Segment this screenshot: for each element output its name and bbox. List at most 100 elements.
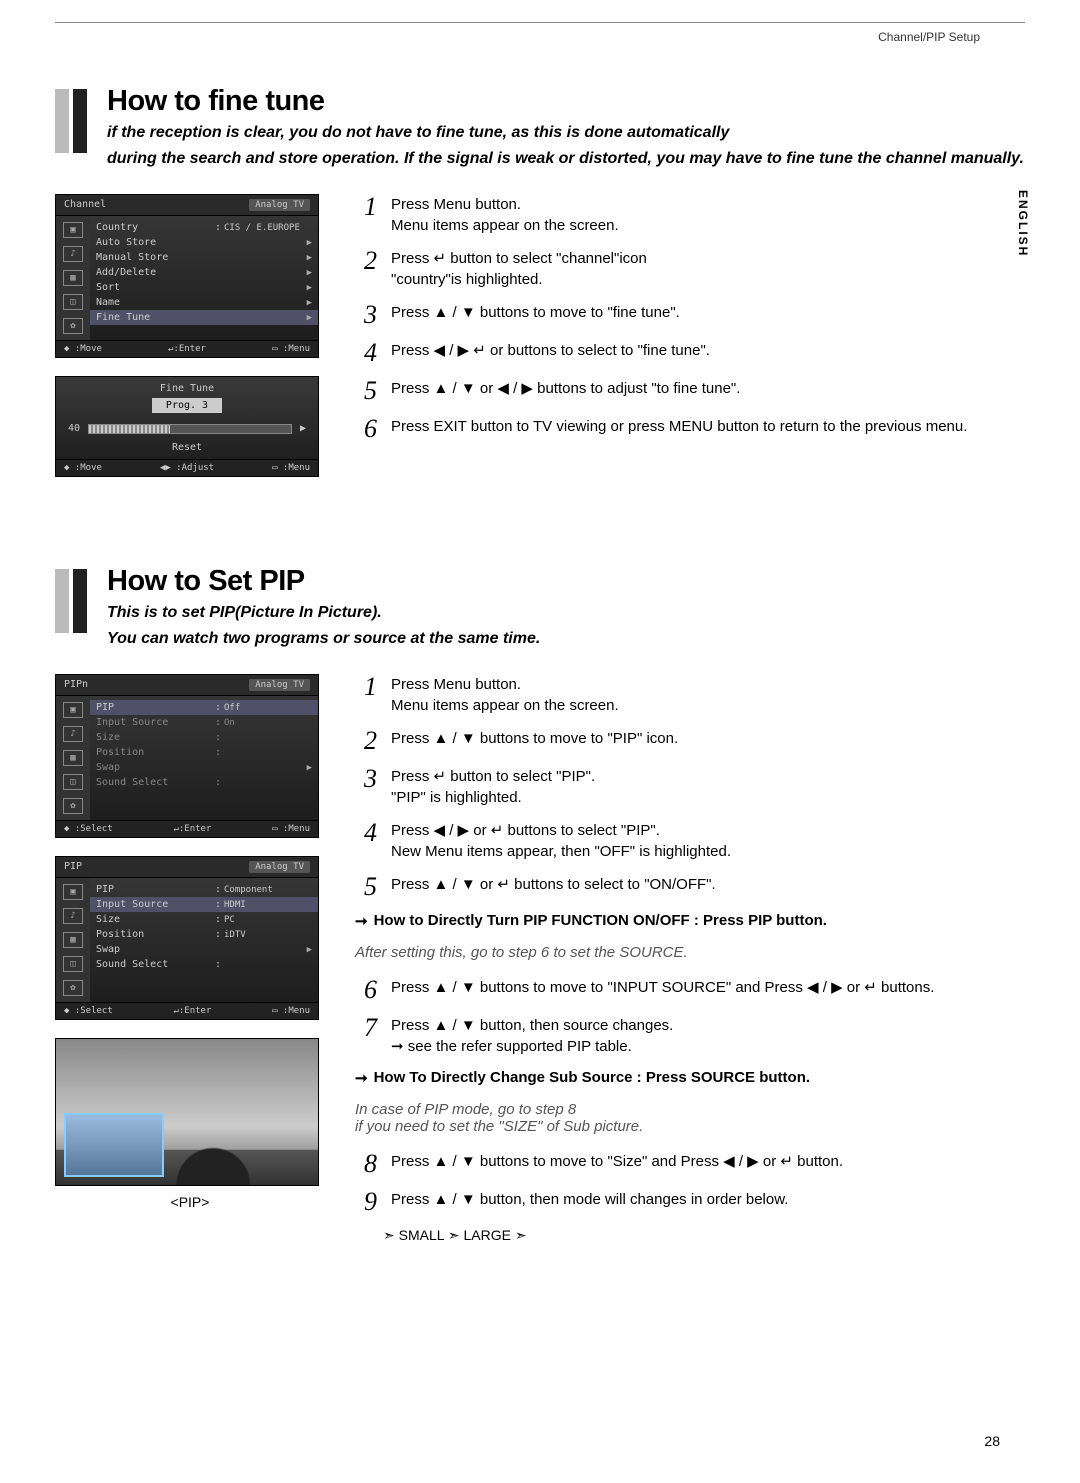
horizontal-rule <box>55 22 1025 23</box>
osd-mode: Analog TV <box>249 199 310 211</box>
note-pip-onoff: ➞ How to Directly Turn PIP FUNCTION ON/O… <box>355 912 1025 930</box>
osd-hint-adjust: ◀▶ :Adjust <box>160 463 214 473</box>
pip-icon: ◫ <box>63 294 83 310</box>
step-item: 5Press ▲ / ▼ or ↵ buttons to select to "… <box>355 874 1025 900</box>
osd-mode: Analog TV <box>249 861 310 873</box>
note-pip-mode: In case of PIP mode, go to step 8 if you… <box>355 1101 1025 1135</box>
step-item: 7Press ▲ / ▼ button, then source changes… <box>355 1015 1025 1057</box>
osd-row: Sound Select: <box>96 957 312 972</box>
osd-hint-menu: ▭ :Menu <box>272 463 310 473</box>
section-title: How to Set PIP <box>107 565 540 598</box>
osd-row-value: Component <box>224 885 312 895</box>
osd-hint-menu: ▭ :Menu <box>272 344 310 354</box>
section-fine-tune: How to fine tune if the reception is cle… <box>55 85 1025 495</box>
chevron-right-icon: ▶ <box>307 253 312 263</box>
arrow-right-icon: ➞ <box>355 1069 368 1087</box>
step-item: 3Press ▲ / ▼ buttons to move to "fine tu… <box>355 302 1025 328</box>
osd-row-value: PC <box>224 915 312 925</box>
section-intro-2: You can watch two programs or source at … <box>107 628 540 650</box>
channel-icon: ▦ <box>63 270 83 286</box>
osd-row-label: Sort <box>96 282 219 293</box>
step-item: 8Press ▲ / ▼ buttons to move to "Size" a… <box>355 1151 1025 1177</box>
chevron-right-icon: ▶ <box>307 268 312 278</box>
section-title: How to fine tune <box>107 85 1024 118</box>
section-header-label: Channel/PIP Setup <box>878 30 980 44</box>
picture-icon: ▣ <box>63 884 83 900</box>
step-text: Press ▲ / ▼ button, then mode will chang… <box>391 1189 1025 1210</box>
step-number: 9 <box>355 1189 377 1215</box>
osd-hint-move: ◆ :Move <box>64 344 102 354</box>
osd-row-label: Position <box>96 929 212 940</box>
osd-row-label: Swap <box>96 762 219 773</box>
section-intro-1: if the reception is clear, you do not ha… <box>107 122 1024 144</box>
note-after-setting: After setting this, go to step 6 to set … <box>355 944 1025 961</box>
picture-icon: ▣ <box>63 702 83 718</box>
osd-row: Swap▶ <box>96 760 312 775</box>
sound-icon: ♪ <box>63 908 83 924</box>
osd-row: Auto Store▶ <box>96 235 312 250</box>
osd-row: PIP:Component <box>96 882 312 897</box>
step-number: 4 <box>355 820 377 846</box>
chevron-right-icon: ▶ <box>300 423 306 434</box>
colon-icon: : <box>212 959 224 970</box>
channel-icon: ▦ <box>63 750 83 766</box>
colon-icon: : <box>212 222 224 233</box>
colon-icon: : <box>212 777 224 788</box>
reset-button: Reset <box>56 438 318 459</box>
step-text: Press ↵ button to select "channel"icon "… <box>391 248 1025 290</box>
osd-row-label: Manual Store <box>96 252 219 263</box>
page-number: 28 <box>984 1433 1000 1449</box>
step-number: 3 <box>355 766 377 792</box>
picture-icon: ▣ <box>63 222 83 238</box>
osd-row-label: Fine Tune <box>96 312 219 323</box>
osd-row: Swap ▶ <box>96 942 312 957</box>
osd-row-label: Input Source <box>96 717 212 728</box>
colon-icon: : <box>212 747 224 758</box>
pip-image-caption: <PIP> <box>55 1194 325 1210</box>
step-text: Press ◀ / ▶ ↵ or buttons to select to "f… <box>391 340 1025 361</box>
chevron-right-icon: ▶ <box>307 945 312 955</box>
step-number: 2 <box>355 728 377 754</box>
step-number: 4 <box>355 340 377 366</box>
step-item: 1Press Menu button. Menu items appear on… <box>355 674 1025 716</box>
step-item: 9 Press ▲ / ▼ button, then mode will chan… <box>355 1189 1025 1215</box>
chevron-right-icon: ▶ <box>307 283 312 293</box>
osd-hint-menu: ▭ :Menu <box>272 1006 310 1016</box>
osd-hint-select: ◆ :Select <box>64 824 113 834</box>
step-text: Press Menu button. Menu items appear on … <box>391 194 1025 236</box>
pip-example-image <box>55 1038 319 1186</box>
osd-title: Channel <box>64 199 106 211</box>
pip-icon: ◫ <box>63 774 83 790</box>
colon-icon: : <box>212 899 224 910</box>
step-number: 6 <box>355 416 377 442</box>
osd-row-label: Swap <box>96 944 219 955</box>
osd-row-value: iDTV <box>224 930 312 940</box>
pip-inset-icon <box>64 1113 164 1177</box>
setup-icon: ✿ <box>63 318 83 334</box>
osd-row-label: Sound Select <box>96 777 212 788</box>
osd-channel-menu: Channel Analog TV ▣ ♪ ▦ ◫ ✿ Country:CIS … <box>55 194 319 358</box>
osd-row-value: Off <box>224 703 312 713</box>
size-modes: ➣ SMALL ➣ LARGE ➣ <box>383 1227 1025 1244</box>
osd-title: PIPn <box>64 679 88 691</box>
step-text: Press ▲ / ▼ or ◀ / ▶ buttons to adjust "… <box>391 378 1025 399</box>
osd-row-label: Country <box>96 222 212 233</box>
section-intro-1: This is to set PIP(Picture In Picture). <box>107 602 540 624</box>
colon-icon: : <box>212 702 224 713</box>
osd-row-label: Name <box>96 297 219 308</box>
step-text: Press ↵ button to select "PIP". "PIP" is… <box>391 766 1025 808</box>
step-number: 5 <box>355 874 377 900</box>
step-item: 1Press Menu button. Menu items appear on… <box>355 194 1025 236</box>
osd-row: Input Source:On <box>96 715 312 730</box>
osd-row: PIP:Off <box>90 700 318 715</box>
osd-row: Position: <box>96 745 312 760</box>
osd-row: Sound Select: <box>96 775 312 790</box>
steps-list: 1Press Menu button. Menu items appear on… <box>355 674 1025 900</box>
osd-mode: Analog TV <box>249 679 310 691</box>
osd-row: Size:PC <box>96 912 312 927</box>
note-text: How to Directly Turn PIP FUNCTION ON/OFF… <box>374 912 827 929</box>
step-text: Press ▲ / ▼ buttons to move to "Size" an… <box>391 1151 1025 1172</box>
osd-row-label: Position <box>96 747 212 758</box>
step-text: Press ◀ / ▶ or ↵ buttons to select "PIP"… <box>391 820 1025 862</box>
osd-fine-tune: Fine Tune Prog. 3 40 ▶ Reset ◆ :Move ◀▶ … <box>55 376 319 477</box>
